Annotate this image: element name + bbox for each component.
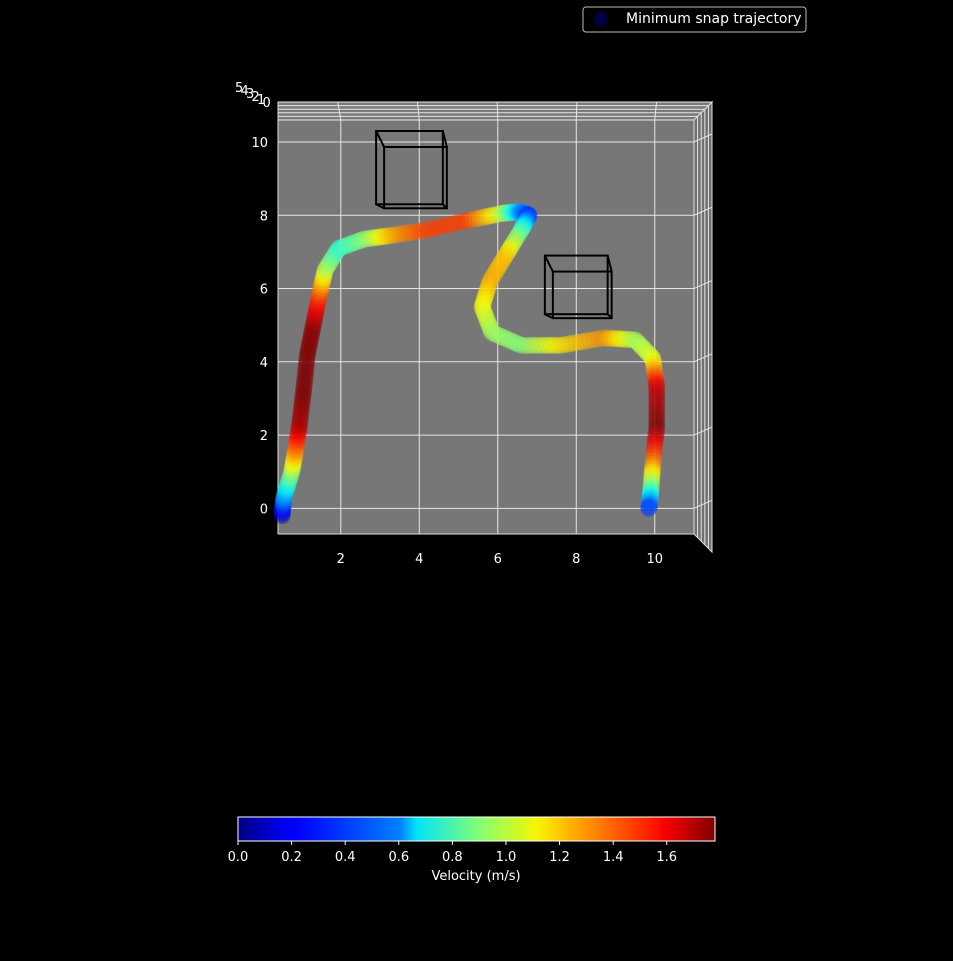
z-tick-label: 0 [263,96,271,111]
colorbar: 0.0 0.2 0.4 0.6 0.8 1.0 1.2 1.4 1.6 Velocity (m/… [228,816,716,884]
colorbar-gradient [237,816,716,842]
trajectory-point [640,499,658,517]
legend-marker [594,12,608,26]
colorbar-tick-label: 0.0 [228,850,249,865]
y-tick-label: 2 [260,429,268,444]
colorbar-tick-label: 1.2 [549,850,570,865]
x-tick-label: 2 [337,552,345,567]
legend-entry-label: Minimum snap trajectory [626,11,802,27]
legend: Minimum snap trajectory [582,6,807,33]
y-tick-label: 10 [251,136,268,151]
colorbar-ticks: 0.0 0.2 0.4 0.6 0.8 1.0 1.2 1.4 1.6 [228,841,677,865]
colorbar-label: Velocity (m/s) [431,869,520,884]
colorbar-tick-label: 0.2 [281,850,302,865]
y-tick-label: 4 [260,356,268,371]
x-tick-label: 4 [415,552,423,567]
colorbar-tick-label: 0.4 [335,850,356,865]
x-tick-label: 10 [646,552,663,567]
x-gridline-top [496,101,499,121]
chart: 2 4 6 8 10 0 2 4 6 8 10 543210 Minimum snap traje… [228,6,807,884]
y-tick-label: 0 [260,502,268,517]
y-tick-labels: 0 2 4 6 8 10 [251,136,268,517]
colorbar-tick-label: 1.0 [496,850,517,865]
x-gridline-top [575,101,578,121]
back-pane-top [277,101,714,121]
colorbar-tick-label: 1.6 [656,850,677,865]
colorbar-tick-label: 1.4 [603,850,624,865]
x-tick-label: 8 [572,552,580,567]
z-tick-labels: 543210 [235,81,271,111]
x-tick-labels: 2 4 6 8 10 [337,552,663,567]
y-tick-label: 6 [260,283,268,298]
colorbar-tick-label: 0.6 [388,850,409,865]
colorbar-tick-label: 0.8 [442,850,463,865]
y-tick-label: 8 [260,209,268,224]
side-pane-right [693,100,713,554]
x-tick-label: 6 [494,552,502,567]
